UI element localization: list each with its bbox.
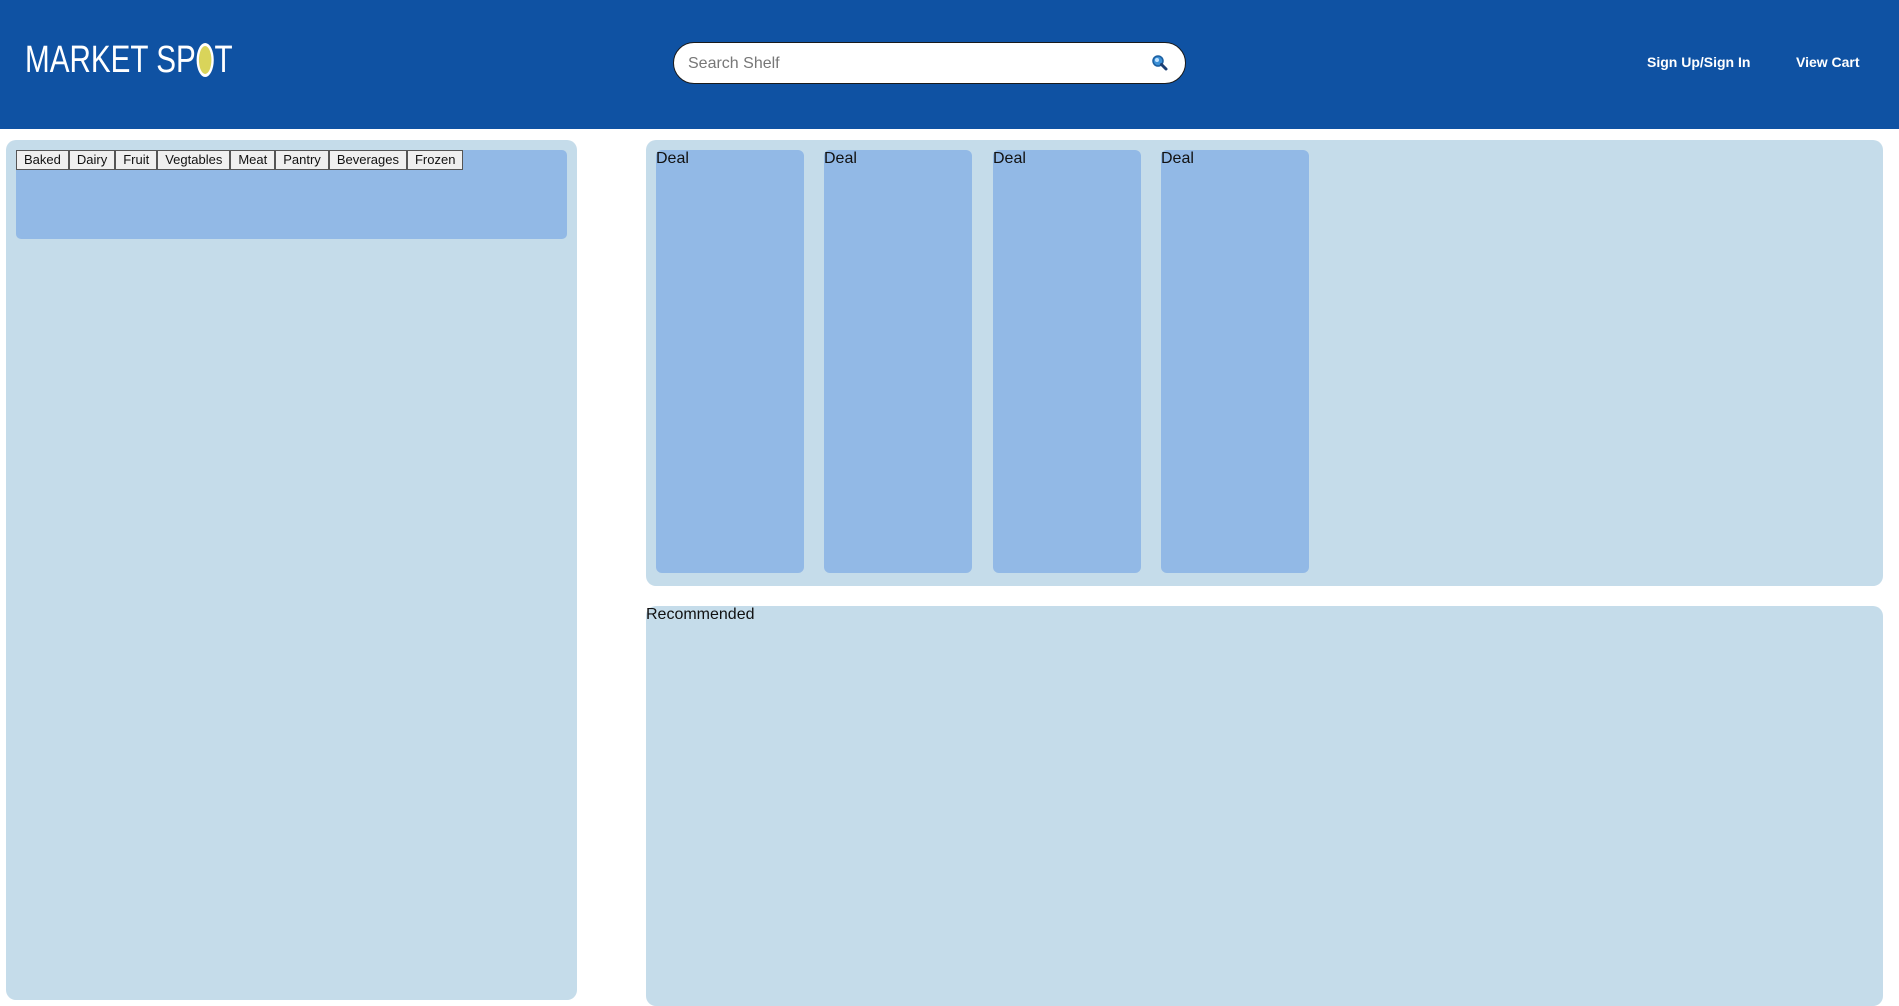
deal-label: Deal — [824, 150, 857, 167]
search-input[interactable] — [686, 49, 1130, 79]
category-tab-vegtables[interactable]: Vegtables — [157, 150, 231, 170]
deal-label: Deal — [993, 150, 1026, 167]
search-bar — [673, 42, 1186, 84]
search-icon[interactable] — [1151, 54, 1169, 72]
logo-o-mark-icon — [196, 43, 214, 77]
logo-text-left: MARKET SP — [25, 38, 196, 81]
category-tab-pantry[interactable]: Pantry — [275, 150, 329, 170]
recommended-section: Recommended — [646, 606, 1883, 1006]
category-sidebar: Baked Dairy Fruit Vegtables Meat Pantry … — [6, 140, 577, 1000]
deals-section: Deal Deal Deal Deal — [646, 140, 1883, 586]
sign-in-link[interactable]: Sign Up/Sign In — [1647, 54, 1750, 70]
logo-text-right: T — [214, 38, 233, 81]
deal-card[interactable]: Deal — [824, 150, 972, 573]
category-tab-frozen[interactable]: Frozen — [406, 150, 464, 170]
deal-card[interactable]: Deal — [993, 150, 1141, 573]
category-tab-fruit[interactable]: Fruit — [115, 150, 158, 170]
category-tab-beverages[interactable]: Beverages — [328, 150, 407, 170]
site-header: MARKET SP T Sign Up/Sign In View Cart — [0, 0, 1899, 129]
category-tab-meat[interactable]: Meat — [230, 150, 276, 170]
view-cart-link[interactable]: View Cart — [1796, 54, 1860, 70]
market-spot-logo[interactable]: MARKET SP T — [25, 36, 233, 84]
recommended-heading: Recommended — [646, 606, 755, 623]
deal-card[interactable]: Deal — [1161, 150, 1309, 573]
category-tab-box: Baked Dairy Fruit Vegtables Meat Pantry … — [16, 150, 567, 239]
deal-label: Deal — [1161, 150, 1194, 167]
deal-card[interactable]: Deal — [656, 150, 804, 573]
category-tabs: Baked Dairy Fruit Vegtables Meat Pantry … — [16, 150, 464, 170]
category-tab-baked[interactable]: Baked — [16, 150, 69, 170]
deal-label: Deal — [656, 150, 689, 167]
category-tab-dairy[interactable]: Dairy — [68, 150, 116, 170]
